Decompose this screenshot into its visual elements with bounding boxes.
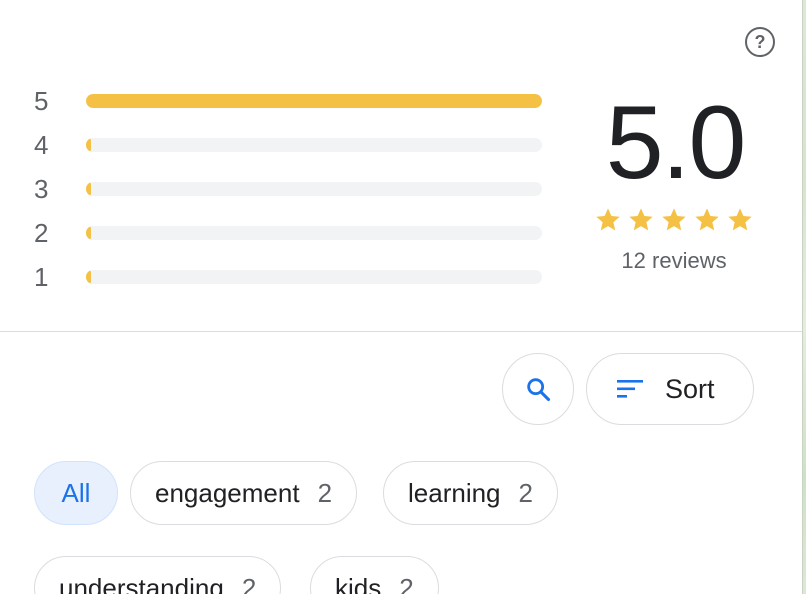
histogram-label: 2 xyxy=(34,218,49,248)
chip-label: understanding xyxy=(59,572,224,594)
histogram-bar-track xyxy=(86,226,542,240)
reviews-count-link[interactable]: 12 reviews xyxy=(594,248,754,274)
help-circle-icon: ? xyxy=(754,31,766,52)
star-icon xyxy=(596,208,620,231)
histogram-row-1: 1 xyxy=(34,263,544,291)
histogram-bar-fill xyxy=(86,138,91,152)
chip-label: All xyxy=(61,477,91,508)
histogram-bar-track xyxy=(86,138,542,152)
histogram-bar-fill xyxy=(86,270,91,284)
chip-label: kids xyxy=(335,572,382,594)
histogram-bar-track xyxy=(86,182,542,196)
chip-label: learning xyxy=(408,477,501,508)
histogram-bar-fill xyxy=(86,226,91,240)
sort-label: Sort xyxy=(665,373,715,404)
histogram-label: 3 xyxy=(34,174,49,204)
chip-count: 2 xyxy=(241,572,257,594)
sort-button[interactable]: Sort xyxy=(586,353,754,425)
histogram-bar-track xyxy=(86,270,542,284)
help-button[interactable]: ? xyxy=(745,27,775,57)
chip-kids[interactable]: kids 2 xyxy=(310,556,439,594)
chip-all[interactable]: All xyxy=(34,461,118,525)
histogram-row-5: 5 xyxy=(34,87,544,115)
star-icon xyxy=(629,208,653,231)
chip-label: engagement xyxy=(155,477,300,508)
chip-count: 2 xyxy=(317,477,333,508)
histogram-row-4: 4 xyxy=(34,131,544,159)
section-divider xyxy=(0,331,802,332)
star-icon xyxy=(695,208,719,231)
star-icon xyxy=(662,208,686,231)
histogram-row-2: 2 xyxy=(34,219,544,247)
histogram-label: 1 xyxy=(34,262,49,292)
chip-engagement[interactable]: engagement 2 xyxy=(130,461,358,525)
histogram-bar-fill xyxy=(86,94,542,108)
star-rating xyxy=(594,206,754,234)
histogram-bar-fill xyxy=(86,182,91,196)
histogram-bar-track xyxy=(86,94,542,108)
map-edge xyxy=(802,0,806,594)
star-icon xyxy=(728,208,752,231)
chip-learning[interactable]: learning 2 xyxy=(383,461,558,525)
histogram-row-3: 3 xyxy=(34,175,544,203)
histogram-label: 4 xyxy=(34,130,49,160)
average-rating: 5.0 xyxy=(605,85,747,201)
chip-understanding[interactable]: understanding 2 xyxy=(34,556,282,594)
search-icon xyxy=(527,378,551,402)
sort-icon xyxy=(617,380,643,398)
search-reviews-button[interactable] xyxy=(502,353,574,425)
chip-count: 2 xyxy=(399,572,414,594)
histogram-label: 5 xyxy=(34,86,49,116)
chip-count: 2 xyxy=(518,477,533,508)
